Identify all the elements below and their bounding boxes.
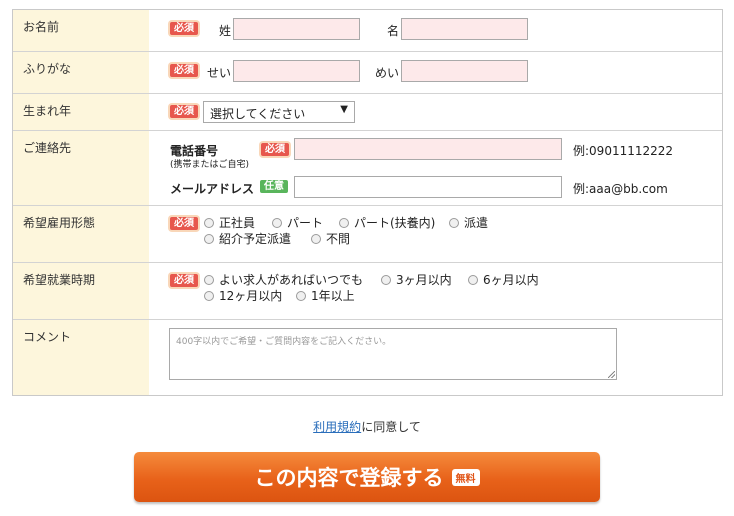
comment-textarea[interactable]: 400字以内でご希望・ご質問内容をご記入ください。	[169, 328, 617, 380]
required-badge: 必須	[170, 64, 198, 77]
radio-employment-parttime[interactable]: パート	[272, 214, 323, 231]
comment-label: コメント	[13, 320, 149, 395]
radio-start-6-months[interactable]: 6ヶ月以内	[468, 271, 539, 288]
radio-employment-parttime-dependent[interactable]: パート(扶養内)	[339, 214, 435, 231]
radio-circle[interactable]	[468, 274, 478, 285]
kana-label: ふりがな	[13, 52, 149, 93]
agreement-line: 利用規約に同意して	[0, 418, 734, 435]
radio-employment-dispatch[interactable]: 派遣	[449, 214, 488, 231]
first-name-label: 名	[387, 24, 400, 38]
phone-example: 例:09011112222	[573, 144, 674, 158]
email-label: メールアドレス	[170, 182, 255, 196]
phone-note: (携帯またはご自宅)	[170, 160, 250, 170]
radio-circle[interactable]	[204, 233, 214, 244]
radio-circle[interactable]	[449, 217, 459, 228]
resize-grip-icon[interactable]	[608, 371, 615, 378]
row-start-time: 希望就業時期 必須 よい求人があればいつでも 3ヶ月以内 6ヶ月以内 12ヶ月以…	[13, 263, 722, 320]
required-badge: 必須	[261, 143, 289, 156]
required-badge: 必須	[170, 274, 198, 287]
name-label: お名前	[13, 10, 149, 51]
last-name-input[interactable]	[233, 18, 360, 40]
required-badge: 必須	[170, 105, 198, 118]
first-kana-input[interactable]	[401, 60, 528, 82]
agreement-text: に同意して	[361, 420, 421, 434]
first-kana-label: めい	[375, 66, 400, 80]
radio-start-over-1-year[interactable]: 1年以上	[296, 287, 355, 304]
birth-year-select-value: 選択してください	[210, 107, 306, 121]
radio-circle[interactable]	[311, 233, 321, 244]
radio-circle[interactable]	[204, 290, 214, 301]
radio-circle[interactable]	[204, 217, 214, 228]
birth-year-select[interactable]: 選択してください ▼	[203, 101, 355, 123]
required-badge: 必須	[170, 217, 198, 230]
radio-start-12-months[interactable]: 12ヶ月以内	[204, 287, 282, 304]
submit-label: この内容で登録する	[254, 466, 444, 490]
radio-circle[interactable]	[272, 217, 282, 228]
terms-link[interactable]: 利用規約	[313, 420, 361, 434]
row-contact: ご連絡先 電話番号 (携帯またはご自宅) 必須 例:09011112222 メー…	[13, 131, 722, 206]
contact-label: ご連絡先	[13, 131, 149, 205]
submit-button[interactable]: この内容で登録する 無料	[134, 452, 600, 502]
row-kana: ふりがな 必須 せい めい	[13, 52, 722, 94]
radio-circle[interactable]	[381, 274, 391, 285]
row-birth-year: 生まれ年 必須 選択してください ▼	[13, 94, 722, 131]
free-badge: 無料	[451, 468, 480, 486]
employment-label: 希望雇用形態	[13, 206, 149, 262]
first-name-input[interactable]	[401, 18, 528, 40]
registration-form: お名前 必須 姓 名 ふりがな 必須 せい めい 生まれ年 必須 選択してくださ…	[12, 9, 723, 396]
last-kana-label: せい	[207, 66, 232, 80]
email-input[interactable]	[294, 176, 562, 198]
phone-input[interactable]	[294, 138, 562, 160]
radio-employment-any[interactable]: 不問	[311, 230, 350, 247]
dropdown-arrow-icon: ▼	[340, 104, 348, 115]
radio-employment-temp-to-perm[interactable]: 紹介予定派遣	[204, 230, 291, 247]
start-time-label: 希望就業時期	[13, 263, 149, 319]
birth-year-label: 生まれ年	[13, 94, 149, 130]
row-employment: 希望雇用形態 必須 正社員 パート パート(扶養内) 派遣 紹介予定派遣 不問	[13, 206, 722, 263]
last-kana-input[interactable]	[233, 60, 360, 82]
row-name: お名前 必須 姓 名	[13, 10, 722, 52]
radio-start-anytime[interactable]: よい求人があればいつでも	[204, 271, 363, 288]
required-badge: 必須	[170, 22, 198, 35]
radio-circle[interactable]	[296, 290, 306, 301]
email-example: 例:aaa@bb.com	[573, 182, 668, 196]
radio-start-3-months[interactable]: 3ヶ月以内	[381, 271, 452, 288]
last-name-label: 姓	[219, 24, 232, 38]
radio-circle[interactable]	[339, 217, 349, 228]
row-comment: コメント 400字以内でご希望・ご質問内容をご記入ください。	[13, 320, 722, 395]
radio-employment-fulltime[interactable]: 正社員	[204, 214, 255, 231]
radio-circle[interactable]	[204, 274, 214, 285]
optional-badge: 任意	[260, 180, 288, 193]
comment-placeholder: 400字以内でご希望・ご質問内容をご記入ください。	[176, 337, 392, 347]
